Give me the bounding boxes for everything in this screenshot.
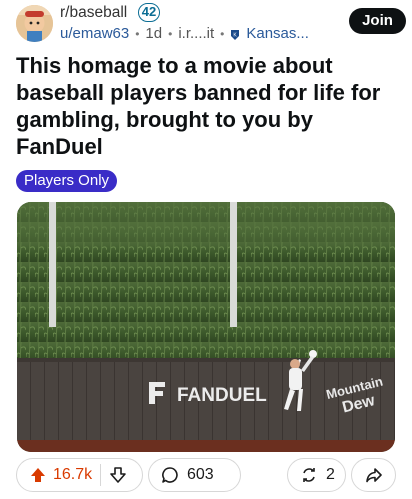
meta-separator: • [168,26,173,41]
meta-separator: • [220,26,225,41]
author-username[interactable]: u/emaw63 [60,25,129,42]
post-flair[interactable]: Players Only [16,170,118,192]
share-button[interactable] [351,458,396,492]
crosspost-icon [300,466,318,484]
vote-divider [100,464,102,486]
post-meta: u/emaw63 • 1d • i.r....it • K Kansas... [60,25,309,42]
comments-button[interactable]: 603 [148,458,241,492]
meta-separator: • [135,26,140,41]
post-actions: 16.7k 603 2 [0,456,412,499]
post-domain[interactable]: i.r....it [178,25,214,42]
subreddit-avatar[interactable] [16,5,53,42]
post-header: r/baseball 42 u/emaw63 • 1d • i.r....it … [0,0,412,48]
subreddit-name[interactable]: r/baseball [60,4,127,22]
post-age: 1d [145,25,163,42]
share-icon [365,466,383,484]
upvote-icon[interactable] [29,466,47,484]
crosspost-button[interactable]: 2 [287,458,346,492]
light-pole [49,202,56,327]
join-button[interactable]: Join [349,8,406,34]
post-image[interactable]: FANDUEL Mountain Dew [17,202,395,452]
comment-icon [161,466,179,484]
downvote-icon[interactable] [109,466,127,484]
vote-control: 16.7k [16,458,143,492]
crosspost-count: 2 [326,466,335,483]
wall-sign-fanduel: FANDUEL [177,385,267,406]
kansas-city-flair-icon: K [230,28,240,40]
post-title[interactable]: This homage to a movie about baseball pl… [16,52,396,160]
upvote-count: 16.7k [53,466,93,483]
comment-count: 603 [187,466,214,483]
user-flair: Kansas... [246,25,309,42]
light-pole [230,202,237,327]
subreddit-badge: 42 [138,3,160,22]
